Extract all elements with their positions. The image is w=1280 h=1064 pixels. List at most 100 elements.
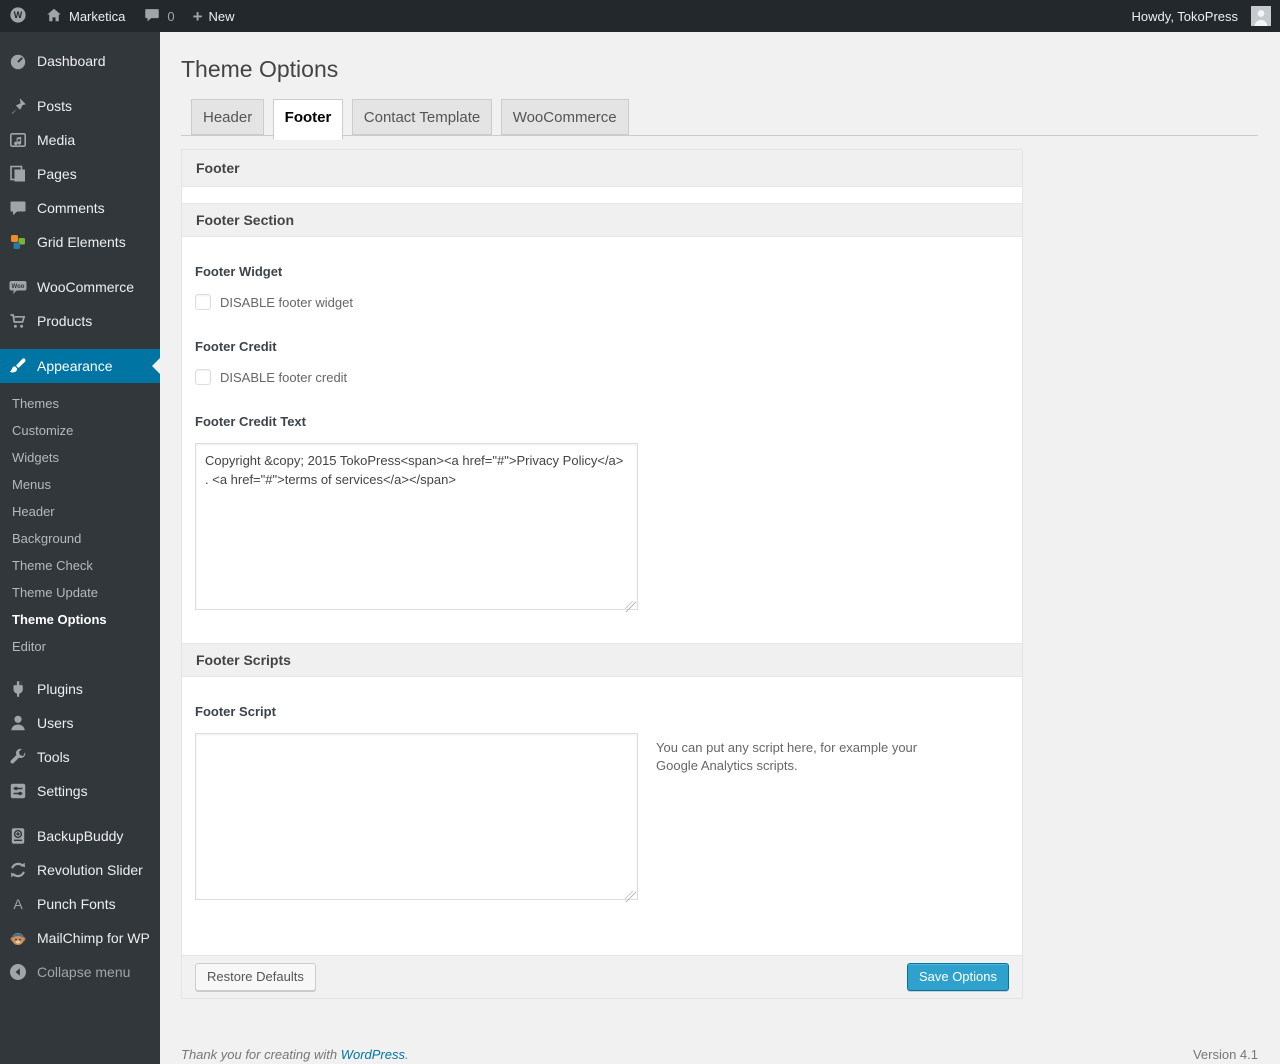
sidebar-item-label: BackupBuddy — [37, 828, 124, 844]
mailchimp-icon — [8, 928, 28, 948]
wordpress-link[interactable]: WordPress — [341, 1047, 405, 1062]
collapse-icon — [8, 962, 28, 982]
panel-title: Footer — [182, 150, 1022, 187]
site-name-link[interactable]: Marketica — [36, 0, 134, 32]
sidebar-item-label: Settings — [37, 783, 88, 799]
tab-header[interactable]: Header — [191, 99, 265, 135]
grid-elements-icon — [8, 232, 28, 252]
footer-credit-checkbox-row: DISABLE footer credit — [195, 369, 1009, 385]
submenu-item-header[interactable]: Header — [0, 498, 160, 525]
admin-sidebar: Dashboard Posts Media Pages Comments Gri… — [0, 32, 160, 1064]
submenu-item-customize[interactable]: Customize — [0, 417, 160, 444]
footer-credit-text-label: Footer Credit Text — [195, 414, 306, 429]
sidebar-item-posts[interactable]: Posts — [0, 89, 160, 123]
sidebar-item-label: Dashboard — [37, 53, 106, 69]
appearance-submenu: Themes Customize Widgets Menus Header Ba… — [0, 383, 160, 670]
tab-bar: Header Footer Contact Template WooCommer… — [181, 99, 1258, 140]
comment-count: 0 — [167, 8, 175, 24]
svg-text:A: A — [13, 896, 23, 912]
save-options-button[interactable]: Save Options — [906, 963, 1009, 991]
pages-icon — [8, 164, 28, 184]
sidebar-item-punch-fonts[interactable]: A Punch Fonts — [0, 887, 160, 921]
pin-icon — [8, 96, 28, 116]
submenu-item-menus[interactable]: Menus — [0, 471, 160, 498]
sidebar-item-comments[interactable]: Comments — [0, 191, 160, 225]
panel-spacer — [182, 187, 1022, 203]
tab-woocommerce[interactable]: WooCommerce — [500, 99, 629, 135]
submenu-item-background[interactable]: Background — [0, 525, 160, 552]
page-title: Theme Options — [181, 56, 339, 82]
sidebar-item-dashboard[interactable]: Dashboard — [0, 44, 160, 78]
comments-admin-link[interactable]: 0 — [134, 0, 183, 32]
sidebar-item-backupbuddy[interactable]: BackupBuddy — [0, 819, 160, 853]
collapse-menu-button[interactable]: Collapse menu — [0, 955, 160, 989]
new-content-link[interactable]: + New — [184, 0, 244, 32]
sidebar-item-grid-elements[interactable]: Grid Elements — [0, 225, 160, 259]
submenu-item-editor[interactable]: Editor — [0, 633, 160, 660]
submenu-item-theme-update[interactable]: Theme Update — [0, 579, 160, 606]
dashboard-icon — [8, 51, 28, 71]
footer-section-body: Footer Widget DISABLE footer widget Foot… — [182, 237, 1022, 643]
sidebar-item-users[interactable]: Users — [0, 706, 160, 740]
sidebar-item-woocommerce[interactable]: Woo WooCommerce — [0, 270, 160, 304]
backupbuddy-icon — [8, 826, 28, 846]
footer-credit-textarea[interactable]: Copyright &copy; 2015 TokoPress<span><a … — [195, 443, 638, 610]
tab-footer[interactable]: Footer — [272, 99, 344, 140]
version-text: Version 4.1 — [1192, 1047, 1258, 1062]
submenu-item-theme-check[interactable]: Theme Check — [0, 552, 160, 579]
footer-script-textarea[interactable] — [195, 733, 638, 900]
admin-footer: Thank you for creating with WordPress. V… — [181, 1047, 1258, 1062]
sidebar-item-pages[interactable]: Pages — [0, 157, 160, 191]
footer-scripts-header: Footer Scripts — [182, 643, 1022, 677]
submenu-item-widgets[interactable]: Widgets — [0, 444, 160, 471]
punch-fonts-icon: A — [8, 894, 28, 914]
panel-action-bar: Restore Defaults Save Options — [182, 955, 1022, 998]
footer-credit-checkbox-label[interactable]: DISABLE footer credit — [220, 370, 347, 385]
sidebar-item-media[interactable]: Media — [0, 123, 160, 157]
footer-script-help: You can put any script here, for example… — [656, 740, 918, 773]
sidebar-item-label: Pages — [37, 166, 77, 182]
tools-icon — [8, 747, 28, 767]
sidebar-item-mailchimp[interactable]: MailChimp for WP — [0, 921, 160, 955]
footer-widget-label: Footer Widget — [195, 264, 283, 279]
sidebar-item-revolution-slider[interactable]: Revolution Slider — [0, 853, 160, 887]
svg-text:W: W — [14, 10, 23, 20]
submenu-item-themes[interactable]: Themes — [0, 390, 160, 417]
restore-defaults-button[interactable]: Restore Defaults — [195, 963, 316, 991]
sidebar-item-label: MailChimp for WP — [37, 930, 150, 946]
settings-icon — [8, 781, 28, 801]
sidebar-item-label: Comments — [37, 200, 105, 216]
avatar — [1251, 6, 1271, 26]
footer-script-label: Footer Script — [195, 704, 276, 719]
svg-text:Woo: Woo — [12, 284, 25, 290]
admin-bar: W Marketica 0 + New Howdy, TokoPress — [0, 0, 1280, 32]
sidebar-item-tools[interactable]: Tools — [0, 740, 160, 774]
account-menu[interactable]: Howdy, TokoPress — [1123, 0, 1280, 32]
tab-contact-template[interactable]: Contact Template — [351, 99, 493, 135]
sidebar-item-plugins[interactable]: Plugins — [0, 672, 160, 706]
sidebar-item-settings[interactable]: Settings — [0, 774, 160, 808]
wordpress-logo-icon: W — [9, 6, 27, 27]
footer-widget-checkbox-label[interactable]: DISABLE footer widget — [220, 295, 353, 310]
sidebar-item-label: Users — [37, 715, 74, 731]
sidebar-item-label: Plugins — [37, 681, 83, 697]
comment-bubble-icon — [143, 6, 161, 27]
cart-icon — [8, 311, 28, 331]
thanks-suffix: . — [405, 1047, 409, 1062]
sidebar-item-label: Products — [37, 313, 93, 329]
main-content: Theme Options Header Footer Contact Temp… — [160, 32, 1280, 1064]
footer-credit-checkbox[interactable] — [195, 369, 211, 385]
sidebar-item-products[interactable]: Products — [0, 304, 160, 338]
wordpress-logo-menu[interactable]: W — [0, 0, 36, 32]
submenu-item-theme-options[interactable]: Theme Options — [0, 606, 160, 633]
thanks-text: Thank you for creating with WordPress. — [181, 1047, 409, 1062]
footer-widget-checkbox-row: DISABLE footer widget — [195, 294, 1009, 310]
sidebar-item-label: Appearance — [37, 358, 113, 374]
sidebar-item-appearance[interactable]: Appearance — [0, 349, 160, 383]
footer-widget-checkbox[interactable] — [195, 294, 211, 310]
woocommerce-icon: Woo — [8, 277, 28, 297]
sidebar-item-label: WooCommerce — [37, 279, 134, 295]
site-name: Marketica — [69, 8, 126, 24]
media-icon — [8, 130, 28, 150]
footer-credit-label: Footer Credit — [195, 339, 277, 354]
